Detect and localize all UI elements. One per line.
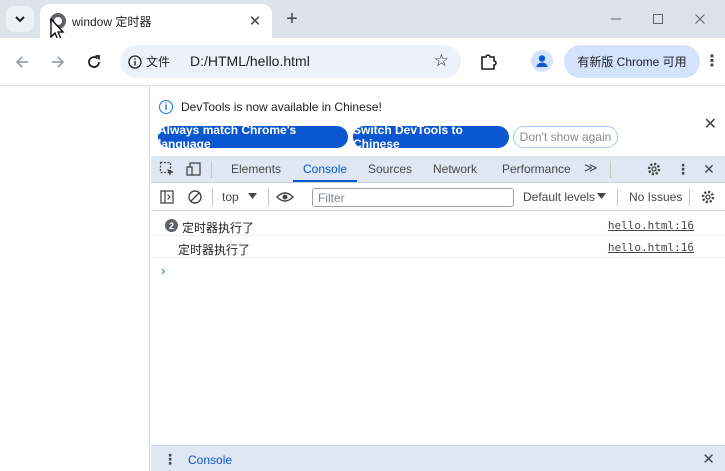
console-message-text: 定时器执行了 — [182, 221, 255, 235]
console-message-text: 定时器执行了 — [178, 243, 251, 257]
match-language-button[interactable]: Always match Chrome's language — [158, 123, 348, 151]
chrome-update-button[interactable]: 有新版 Chrome 可用 — [564, 45, 700, 78]
switch-to-chinese-button[interactable]: Switch DevTools to Chinese — [353, 123, 509, 151]
inspect-element-button[interactable] — [158, 160, 176, 178]
gear-icon — [701, 190, 715, 204]
tab-console[interactable]: Console — [303, 162, 347, 176]
repeat-count-badge: 2 — [165, 219, 178, 232]
issues-counter[interactable]: No Issues — [629, 190, 682, 204]
infobar-message: DevTools is now available in Chinese! — [181, 100, 382, 114]
url-text[interactable]: D:/HTML/hello.html — [190, 53, 310, 69]
toolbar-divider — [610, 161, 611, 178]
sidebar-toggle-button[interactable] — [158, 188, 176, 206]
console-message-row: 2 定时器执行了 hello.html:16 — [151, 214, 725, 236]
tab-close-icon[interactable]: ✕ — [246, 12, 264, 30]
address-bar[interactable]: 文件 D:/HTML/hello.html ☆ — [120, 45, 461, 78]
block-icon — [188, 190, 202, 204]
dropdown-caret-icon[interactable] — [597, 193, 606, 200]
arrow-right-icon — [52, 56, 65, 68]
drawer-tab-console[interactable]: Console — [188, 453, 232, 467]
site-info-label: 文件 — [146, 55, 171, 69]
console-message-row: 定时器执行了 hello.html:16 — [151, 236, 725, 258]
console-prompt-icon[interactable]: › — [161, 263, 165, 278]
toolbar-divider — [617, 189, 618, 206]
minimize-icon — [611, 18, 621, 20]
settings-button[interactable] — [645, 160, 663, 178]
maximize-icon — [653, 14, 663, 24]
devtools-tab-bar: Elements Console Sources Network Perform… — [151, 156, 725, 183]
gear-icon — [647, 162, 661, 176]
info-icon — [128, 54, 142, 69]
drawer-menu-icon[interactable]: ⋮ — [163, 451, 177, 468]
devtools-close-icon[interactable]: ✕ — [700, 160, 718, 178]
minimize-button[interactable] — [596, 6, 636, 32]
source-link[interactable]: hello.html:16 — [608, 219, 694, 232]
infobar-close-icon[interactable]: ✕ — [704, 114, 717, 134]
inspect-icon — [159, 161, 174, 176]
devtools-panel: i DevTools is now available in Chinese! … — [151, 85, 725, 471]
tab-sources[interactable]: Sources — [368, 162, 412, 176]
profile-avatar[interactable] — [531, 50, 553, 72]
active-tab-indicator — [293, 180, 357, 182]
toolbar-divider — [212, 189, 213, 206]
new-tab-button[interactable]: + — [280, 8, 304, 30]
clear-console-button[interactable] — [186, 188, 204, 206]
tab-network[interactable]: Network — [433, 162, 477, 176]
extensions-button[interactable] — [478, 50, 500, 72]
maximize-button[interactable] — [638, 6, 678, 32]
more-tabs-icon[interactable]: ≫ — [584, 160, 598, 176]
tab-search-button[interactable] — [6, 6, 34, 32]
reload-button[interactable] — [82, 50, 106, 74]
devtools-menu-icon[interactable]: ⋮ — [674, 160, 692, 178]
person-icon — [536, 55, 548, 67]
console-settings-button[interactable] — [699, 188, 717, 206]
device-toolbar-button[interactable] — [185, 160, 203, 178]
tab-performance[interactable]: Performance — [502, 162, 571, 176]
browser-toolbar: 文件 D:/HTML/hello.html ☆ 有新版 Chrome 可用 ⋮ — [0, 38, 725, 85]
forward-button[interactable] — [46, 50, 70, 74]
toolbar-divider — [211, 161, 212, 178]
console-drawer-bar: ⋮ Console ✕ — [151, 445, 725, 471]
log-levels-dropdown[interactable]: Default levels — [523, 190, 595, 204]
live-expression-button[interactable] — [276, 188, 294, 206]
context-selector[interactable]: top — [222, 190, 239, 204]
drawer-close-icon[interactable]: ✕ — [702, 450, 715, 468]
tab-elements[interactable]: Elements — [231, 162, 281, 176]
toolbar-divider — [689, 189, 690, 206]
console-toolbar: top Default levels No Issues — [151, 183, 725, 211]
reload-icon — [88, 55, 100, 68]
arrow-left-icon — [15, 56, 28, 68]
bookmark-star-icon[interactable]: ☆ — [434, 51, 449, 71]
browser-menu-icon[interactable]: ⋮ — [704, 50, 720, 72]
toolbar-divider — [268, 189, 269, 206]
chevron-down-icon — [15, 16, 25, 23]
info-icon: i — [159, 100, 173, 114]
page-viewport — [0, 85, 150, 471]
browser-tab[interactable]: window 定时器 ✕ — [40, 4, 272, 38]
site-info-chip[interactable]: 文件 — [128, 51, 170, 72]
filter-input[interactable] — [312, 188, 514, 207]
language-infobar: i DevTools is now available in Chinese! … — [151, 86, 725, 156]
tab-title: window 定时器 — [72, 15, 152, 29]
dont-show-again-button[interactable]: Don't show again — [513, 126, 618, 148]
device-icon — [186, 162, 201, 176]
source-link[interactable]: hello.html:16 — [608, 241, 694, 254]
back-button[interactable] — [10, 50, 34, 74]
sidebar-icon — [160, 190, 174, 204]
window-close-button[interactable] — [680, 6, 720, 32]
close-icon — [695, 14, 705, 24]
puzzle-icon — [481, 54, 497, 70]
tab-strip: window 定时器 ✕ + — [0, 0, 725, 41]
eye-icon — [276, 192, 294, 202]
dropdown-caret-icon[interactable] — [248, 193, 257, 200]
